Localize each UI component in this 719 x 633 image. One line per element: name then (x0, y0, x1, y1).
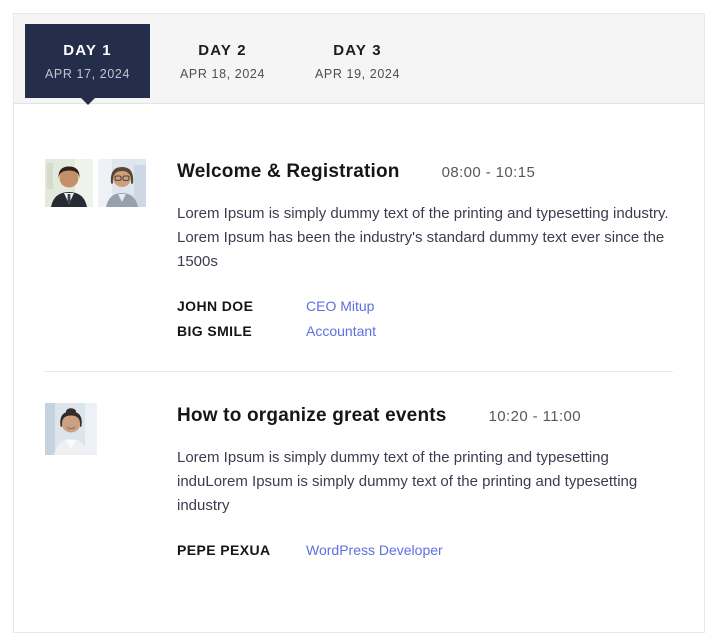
speaker-photo-woman-with-glasses (98, 159, 146, 207)
session-title-row: How to organize great events 10:20 - 11:… (177, 405, 673, 427)
speaker-role-link[interactable]: WordPress Developer (306, 542, 443, 558)
session-title-row: Welcome & Registration 08:00 - 10:15 (177, 161, 673, 183)
tab-day-3[interactable]: DAY 3 APR 19, 2024 (295, 24, 420, 98)
speaker-photo-woman-smiling (45, 403, 97, 455)
session-welcome-registration: Welcome & Registration 08:00 - 10:15 Lor… (45, 159, 673, 343)
tab-day-1[interactable]: DAY 1 APR 17, 2024 (25, 24, 150, 98)
session-title: Welcome & Registration (177, 161, 400, 183)
tab-day-1-date: APR 17, 2024 (45, 67, 130, 81)
event-schedule-panel: DAY 1 APR 17, 2024 DAY 2 APR 18, 2024 DA… (13, 13, 705, 633)
speaker-row: BIG SMILE Accountant (177, 318, 673, 343)
tab-day-2-label: DAY 2 (198, 42, 247, 59)
speaker-photo-man-in-suit (45, 159, 93, 207)
session-divider (45, 371, 673, 372)
tab-day-2[interactable]: DAY 2 APR 18, 2024 (160, 24, 285, 98)
speaker-row: PEPE PEXUA WordPress Developer (177, 537, 673, 562)
speaker-name: BIG SMILE (177, 323, 306, 339)
speaker-name: PEPE PEXUA (177, 542, 306, 558)
speaker-avatar-group (45, 159, 177, 343)
session-details: How to organize great events 10:20 - 11:… (177, 403, 673, 562)
session-time: 08:00 - 10:15 (442, 164, 536, 181)
tab-day-3-label: DAY 3 (333, 42, 382, 59)
schedule-day-content: Welcome & Registration 08:00 - 10:15 Lor… (14, 104, 704, 602)
speaker-avatar-group (45, 403, 177, 562)
tab-day-1-label: DAY 1 (63, 42, 112, 59)
session-how-to-organize: How to organize great events 10:20 - 11:… (45, 403, 673, 562)
schedule-day-tabs: DAY 1 APR 17, 2024 DAY 2 APR 18, 2024 DA… (14, 14, 704, 104)
active-tab-pointer-icon (80, 97, 96, 105)
speaker-list: PEPE PEXUA WordPress Developer (177, 537, 673, 562)
session-title: How to organize great events (177, 405, 447, 427)
tab-day-2-date: APR 18, 2024 (180, 67, 265, 81)
session-time: 10:20 - 11:00 (489, 408, 582, 425)
speaker-role-link[interactable]: CEO Mitup (306, 298, 374, 314)
speaker-role-link[interactable]: Accountant (306, 323, 376, 339)
session-description: Lorem Ipsum is simply dummy text of the … (177, 446, 669, 518)
speaker-name: JOHN DOE (177, 298, 306, 314)
session-details: Welcome & Registration 08:00 - 10:15 Lor… (177, 159, 673, 343)
speaker-row: JOHN DOE CEO Mitup (177, 293, 673, 318)
session-description: Lorem Ipsum is simply dummy text of the … (177, 202, 669, 274)
tab-day-3-date: APR 19, 2024 (315, 67, 400, 81)
speaker-list: JOHN DOE CEO Mitup BIG SMILE Accountant (177, 293, 673, 343)
